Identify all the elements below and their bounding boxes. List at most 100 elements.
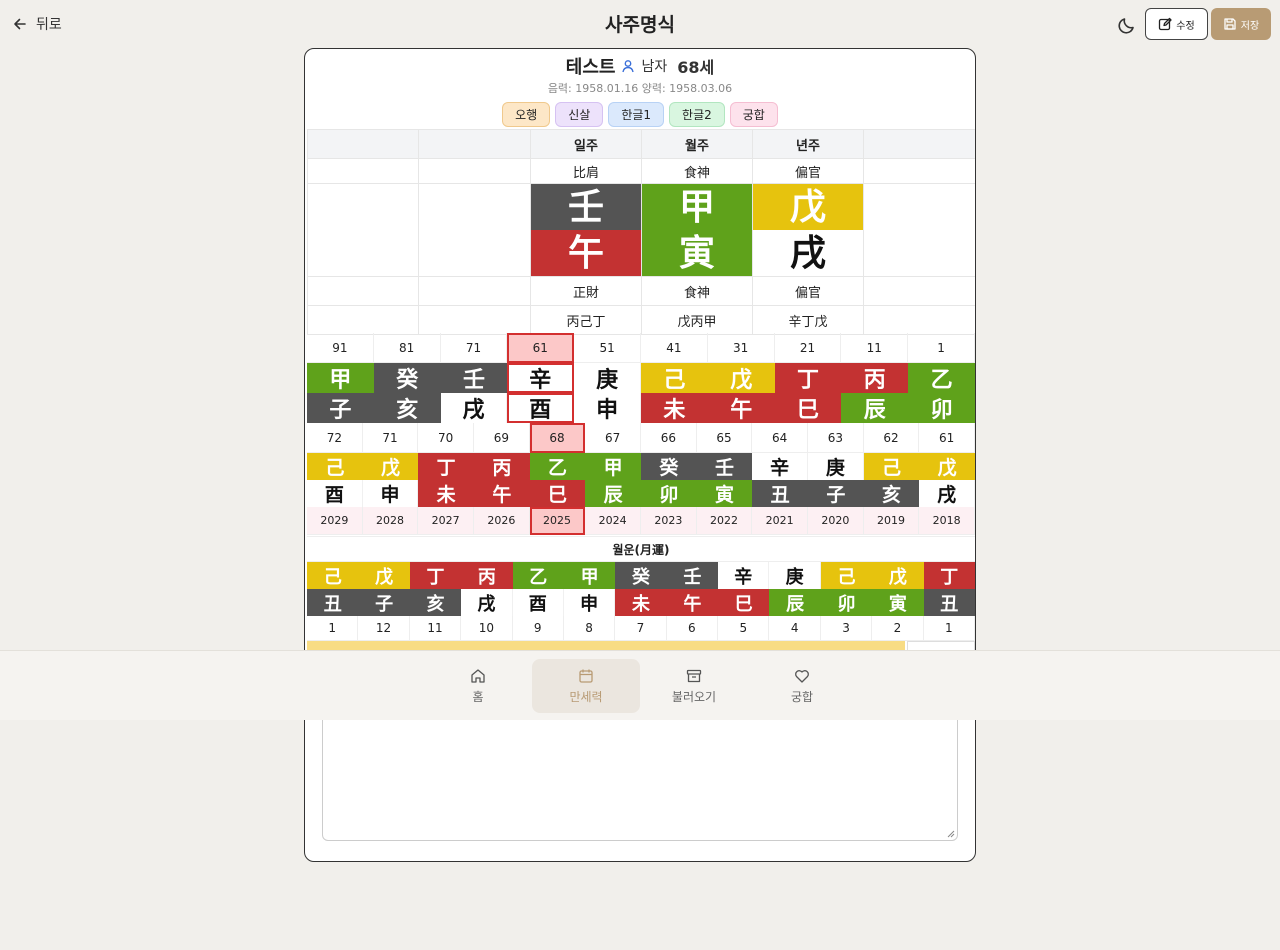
seun-years-label: 2028 bbox=[362, 507, 419, 535]
daeun-branch[interactable]: 午 bbox=[707, 393, 775, 423]
daeun-stem[interactable]: 戊 bbox=[707, 363, 775, 393]
daeun-stem[interactable]: 甲 bbox=[307, 363, 374, 393]
seun-branch[interactable]: 卯 bbox=[641, 480, 697, 507]
edit-button[interactable]: 수정 bbox=[1145, 8, 1208, 40]
seun-stem[interactable]: 辛 bbox=[752, 453, 808, 480]
nav-item-1[interactable]: 만세력 bbox=[532, 659, 640, 713]
seun-branch[interactable]: 辰 bbox=[585, 480, 641, 507]
back-button[interactable]: 뒤로 bbox=[12, 12, 62, 36]
daeun-stem[interactable]: 壬 bbox=[440, 363, 508, 393]
daeun-stem[interactable]: 己 bbox=[641, 363, 708, 393]
wolun-stem[interactable]: 辛 bbox=[718, 562, 770, 589]
seun-years-label: 2021 bbox=[752, 507, 808, 535]
daeun-ages-label: 21 bbox=[774, 333, 842, 363]
wolun-stem[interactable]: 庚 bbox=[769, 562, 821, 589]
seun-branch[interactable]: 丑 bbox=[752, 480, 808, 507]
seun-stem[interactable]: 戊 bbox=[362, 453, 419, 480]
seun-branch[interactable]: 巳 bbox=[529, 480, 586, 507]
seun-branch[interactable]: 戌 bbox=[919, 480, 975, 507]
daeun-stem[interactable]: 乙 bbox=[908, 363, 975, 393]
wolun-stem[interactable]: 丁 bbox=[923, 562, 975, 589]
daeun-branch[interactable]: 申 bbox=[574, 393, 641, 423]
seun-branch[interactable]: 酉 bbox=[307, 480, 363, 507]
wolun-stem[interactable]: 壬 bbox=[666, 562, 719, 589]
daeun-stem[interactable]: 庚 bbox=[574, 363, 641, 393]
nav-item-0[interactable]: 홈 bbox=[424, 659, 532, 713]
wolun-months-label: 2 bbox=[872, 616, 924, 641]
daeun-branch[interactable]: 未 bbox=[641, 393, 708, 423]
seun-stem[interactable]: 丙 bbox=[474, 453, 530, 480]
daeun-branch[interactable]: 巳 bbox=[774, 393, 842, 423]
memo-textarea[interactable] bbox=[322, 709, 958, 841]
wolun-branch[interactable]: 子 bbox=[358, 589, 410, 616]
tab-0[interactable]: 오행 bbox=[502, 102, 551, 127]
bottom-nav: 홈 만세력 불러오기 궁합 bbox=[0, 650, 1280, 720]
wolun-branch[interactable]: 午 bbox=[666, 589, 719, 616]
wolun-branch[interactable]: 卯 bbox=[820, 589, 873, 616]
wolun-branch[interactable]: 申 bbox=[563, 589, 616, 616]
seun-branch[interactable]: 未 bbox=[418, 480, 474, 507]
day-pillar[interactable]: 壬午 bbox=[530, 183, 642, 277]
month-pillar[interactable]: 甲寅 bbox=[641, 183, 753, 277]
wolun-stem[interactable]: 丁 bbox=[409, 562, 462, 589]
daeun-branch[interactable]: 酉 bbox=[507, 393, 575, 423]
seun-branch[interactable]: 寅 bbox=[696, 480, 753, 507]
seun-stem[interactable]: 己 bbox=[307, 453, 363, 480]
save-button[interactable]: 저장 bbox=[1211, 8, 1271, 40]
daeun-branch[interactable]: 辰 bbox=[841, 393, 909, 423]
wolun-branch[interactable]: 巳 bbox=[718, 589, 770, 616]
nav-item-3[interactable]: 궁합 bbox=[748, 659, 856, 713]
seun-stem[interactable]: 壬 bbox=[696, 453, 753, 480]
wolun-stem[interactable]: 甲 bbox=[563, 562, 616, 589]
empty-cell bbox=[307, 305, 419, 335]
seun-stem[interactable]: 庚 bbox=[808, 453, 864, 480]
seun-stem[interactable]: 甲 bbox=[585, 453, 641, 480]
wolun-months-label: 4 bbox=[769, 616, 821, 641]
seun-branch[interactable]: 亥 bbox=[863, 480, 920, 507]
day-stem: 壬 bbox=[531, 184, 641, 230]
tab-4[interactable]: 궁합 bbox=[729, 102, 778, 127]
wolun-branch[interactable]: 酉 bbox=[512, 589, 564, 616]
seun-stem[interactable]: 戊 bbox=[919, 453, 975, 480]
wolun-branch[interactable]: 丑 bbox=[923, 589, 975, 616]
wolun-stem[interactable]: 己 bbox=[307, 562, 359, 589]
daeun-stem[interactable]: 辛 bbox=[507, 363, 575, 393]
seun-stem[interactable]: 癸 bbox=[641, 453, 697, 480]
wolun-branch[interactable]: 亥 bbox=[409, 589, 462, 616]
seun-stem[interactable]: 己 bbox=[863, 453, 920, 480]
nav-label: 홈 bbox=[472, 689, 484, 704]
tab-1[interactable]: 신살 bbox=[555, 102, 604, 127]
wolun-stem[interactable]: 己 bbox=[820, 562, 873, 589]
wolun-branch[interactable]: 寅 bbox=[872, 589, 924, 616]
seun-branch[interactable]: 子 bbox=[808, 480, 864, 507]
wolun-branch[interactable]: 辰 bbox=[769, 589, 821, 616]
seun-branch[interactable]: 午 bbox=[474, 480, 530, 507]
daeun-branch[interactable]: 戌 bbox=[440, 393, 508, 423]
seun-branch[interactable]: 申 bbox=[362, 480, 419, 507]
saju-card: 테스트 남자 68세 음력: 1958.01.16 양력: 1958.03.06… bbox=[304, 48, 976, 862]
wolun-branch[interactable]: 丑 bbox=[307, 589, 359, 616]
daeun-stem[interactable]: 癸 bbox=[373, 363, 441, 393]
seun-stem[interactable]: 乙 bbox=[529, 453, 586, 480]
resize-handle-icon[interactable] bbox=[947, 830, 955, 838]
year-pillar[interactable]: 戊戌 bbox=[752, 183, 864, 277]
daeun-stem[interactable]: 丙 bbox=[841, 363, 909, 393]
tab-2[interactable]: 한글1 bbox=[608, 102, 665, 127]
wolun-branch[interactable]: 戌 bbox=[461, 589, 513, 616]
moon-icon[interactable] bbox=[1116, 14, 1138, 36]
wolun-stem[interactable]: 丙 bbox=[461, 562, 513, 589]
daeun-stem[interactable]: 丁 bbox=[774, 363, 842, 393]
daeun-branch[interactable]: 卯 bbox=[908, 393, 975, 423]
daeun-branch[interactable]: 子 bbox=[307, 393, 374, 423]
daeun-branch[interactable]: 亥 bbox=[373, 393, 441, 423]
daeun-ages-label: 91 bbox=[307, 333, 374, 363]
wolun-stem[interactable]: 戊 bbox=[872, 562, 924, 589]
tab-3[interactable]: 한글2 bbox=[669, 102, 725, 127]
seun-ages-label: 71 bbox=[362, 423, 419, 453]
nav-item-2[interactable]: 불러오기 bbox=[640, 659, 748, 713]
wolun-stem[interactable]: 乙 bbox=[512, 562, 564, 589]
wolun-stem[interactable]: 戊 bbox=[358, 562, 410, 589]
wolun-branch[interactable]: 未 bbox=[615, 589, 667, 616]
seun-stem[interactable]: 丁 bbox=[418, 453, 474, 480]
wolun-stem[interactable]: 癸 bbox=[615, 562, 667, 589]
